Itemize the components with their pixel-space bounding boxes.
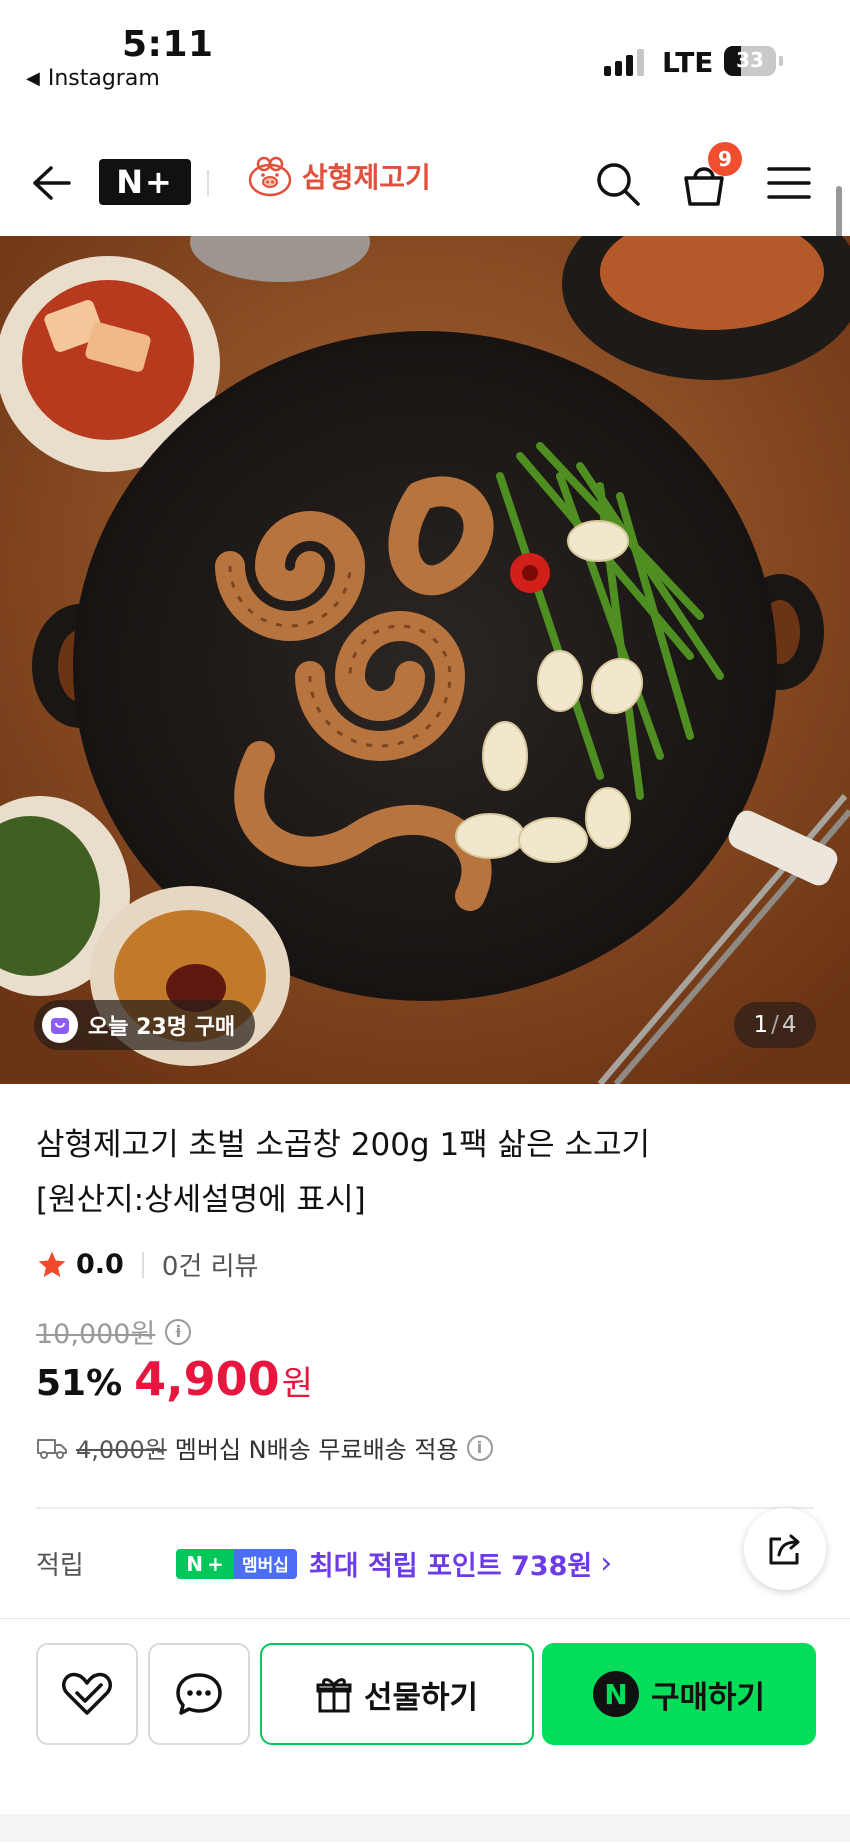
chat-button[interactable] [148,1643,250,1745]
brand-name: 삼형제고기 [302,161,431,194]
page-separator: / [771,1012,779,1038]
cart-button[interactable]: 9 [676,142,742,212]
review-count[interactable]: 0건 리뷰 [162,1246,259,1283]
rating-summary[interactable]: 0.0 0건 리뷰 [36,1246,258,1283]
battery-cap [779,56,783,66]
top-navigation: N+ 삼형제고기 9 [0,132,850,236]
naver-n-icon: N [592,1671,639,1717]
rating-score: 0.0 [76,1249,124,1280]
image-page-indicator: 1 / 4 [734,1002,816,1048]
original-price: 10,000원 [36,1319,156,1350]
back-arrow-icon [33,166,71,200]
points-label: 적립 [36,1551,84,1581]
heart-check-icon [62,1672,112,1715]
original-price-row: 10,000원 i [36,1312,192,1351]
product-photo [0,236,850,1084]
home-indicator-area [0,1814,850,1842]
shipping-original-fee: 4,000원 [76,1436,167,1464]
share-icon [769,1534,800,1565]
network-type: LTE [662,46,714,79]
today-buyers-text: 오늘 23명 구매 [88,1015,236,1040]
gift-label: 선물하기 [363,1679,479,1716]
badge-n: N [186,1551,203,1576]
back-triangle-icon: ◀ [26,68,40,89]
page-current: 1 [753,1012,769,1038]
chat-bubble-icon [176,1673,222,1715]
rating-divider [141,1251,144,1278]
price-info-icon[interactable]: i [165,1318,192,1345]
product-title-line1: 삼형제고기 초벌 소곱창 200g 1팩 삶은 소고기 [36,1127,651,1163]
status-bar: 5:11 ◀ Instagram LTE 33 [0,0,850,110]
page-total: 4 [781,1012,797,1038]
menu-button[interactable] [762,158,816,208]
shopping-bag-badge-icon [42,1007,78,1043]
product-title-line2: [원산지:상세설명에 표시] [36,1182,366,1218]
badge-plus: + [206,1551,224,1576]
status-time: 5:11 [122,24,214,65]
search-icon [597,163,640,206]
signal-icon [604,48,644,76]
shipping-info-icon[interactable]: i [466,1434,493,1461]
back-to-app-link[interactable]: ◀ Instagram [26,66,160,91]
today-buyers-badge: 오늘 23명 구매 [34,1000,256,1050]
back-app-label: Instagram [47,66,160,91]
pig-mascot-icon [248,156,292,197]
points-row[interactable]: 적립 N + 멤버십 최대 적립 포인트 738원 › [36,1544,816,1583]
buy-label: 구매하기 [650,1679,766,1716]
gift-button[interactable]: 선물하기 [260,1643,534,1745]
gift-box-icon [316,1678,352,1713]
share-button[interactable] [744,1508,826,1590]
battery-icon: 33 [724,46,776,76]
delivery-truck-icon [37,1438,67,1459]
sale-price: 4,900 [134,1352,280,1406]
naver-membership-badge: N + 멤버십 [176,1548,297,1579]
naver-plus-logo[interactable]: N+ [99,159,191,205]
shipping-benefit-text: 멤버십 N배송 무료배송 적용 [174,1436,459,1464]
bottom-action-bar: 선물하기 N 구매하기 [0,1618,850,1843]
search-button[interactable] [590,156,646,212]
product-title: 삼형제고기 초벌 소곱창 200g 1팩 삶은 소고기 [원산지:상세설명에 표… [36,1118,796,1228]
buy-button[interactable]: N 구매하기 [542,1643,816,1745]
back-button[interactable] [26,160,76,206]
shipping-info: 4,000원 멤버십 N배송 무료배송 적용 i [36,1430,493,1465]
hamburger-menu-icon [767,167,811,199]
max-points-text: 최대 적립 포인트 738원 [308,1551,593,1582]
section-divider [36,1507,814,1509]
discount-rate: 51% [36,1363,123,1404]
star-icon [38,1251,66,1277]
product-image-carousel[interactable]: 오늘 23명 구매 1 / 4 [0,236,850,1084]
brand-store-link[interactable]: 삼형제고기 [244,154,431,198]
cart-count-badge: 9 [708,142,742,176]
badge-membership: 멤버십 [234,1548,297,1579]
battery-percent: 33 [736,48,764,72]
price-row: 51% 4,900 원 [36,1352,313,1406]
chevron-right-icon: › [600,1546,613,1581]
wishlist-button[interactable] [36,1643,138,1745]
price-currency: 원 [281,1364,313,1404]
header-divider [207,170,209,196]
